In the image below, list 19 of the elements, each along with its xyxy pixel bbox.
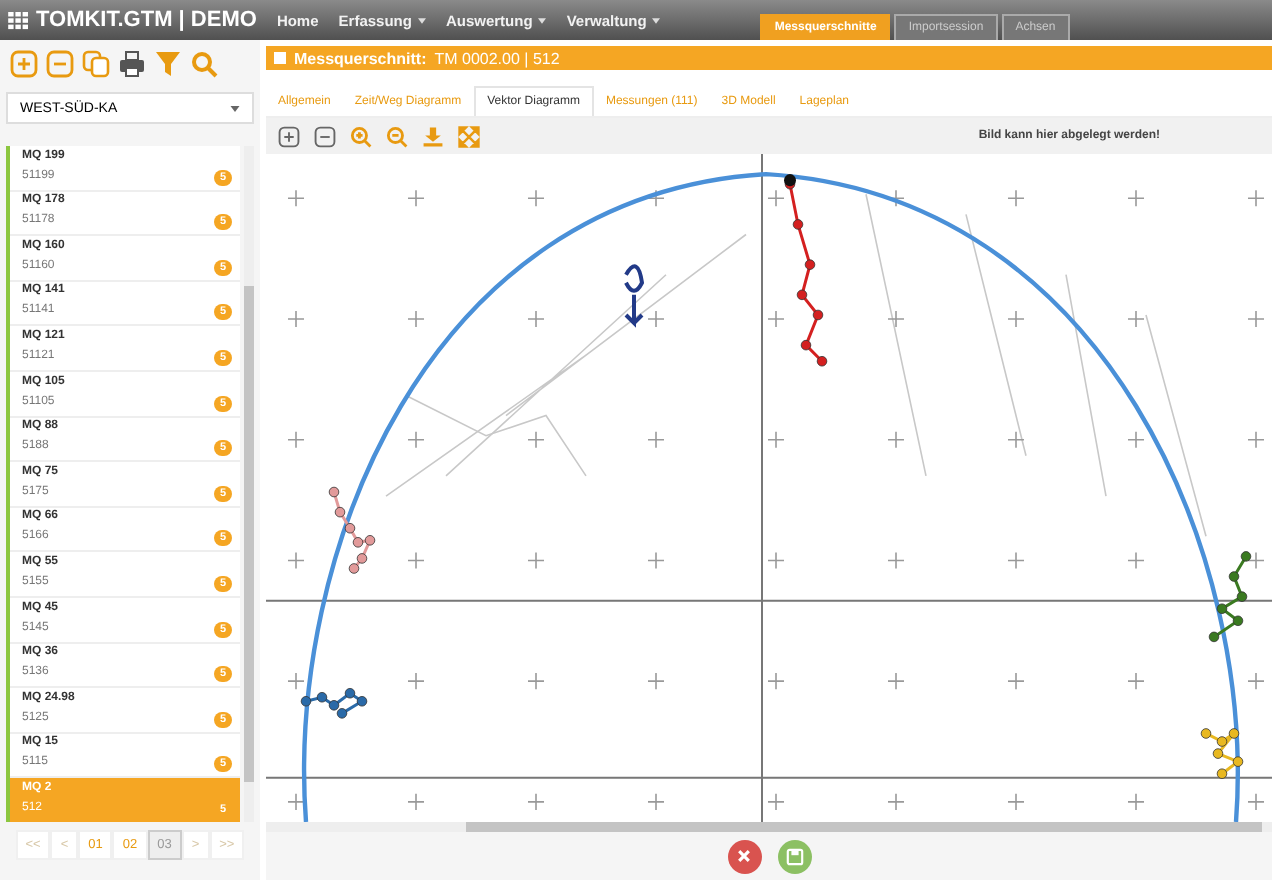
save-button[interactable] (777, 839, 811, 873)
panel-title: Messquerschnitt: (294, 49, 427, 67)
close-icon (736, 848, 752, 864)
scrollbar[interactable] (244, 146, 254, 822)
collapse-all-icon[interactable] (46, 50, 74, 78)
grid-icon (8, 11, 30, 29)
download-icon[interactable] (422, 125, 444, 147)
caret-icon (230, 105, 240, 111)
cancel-button[interactable] (727, 839, 761, 873)
search-icon[interactable] (190, 50, 218, 78)
plus-box-icon[interactable] (278, 125, 300, 147)
app-title: TOMKIT.GTM | DEMO (8, 8, 257, 32)
scrollbar[interactable] (266, 822, 1272, 832)
print-icon[interactable] (118, 50, 146, 78)
panel-subtitle: TM 0002.00 | 512 (434, 49, 560, 67)
expand-all-icon[interactable] (10, 50, 38, 78)
zoom-in-icon[interactable] (350, 125, 372, 147)
minus-box-icon[interactable] (314, 125, 336, 147)
zoom-out-icon[interactable] (386, 125, 408, 147)
